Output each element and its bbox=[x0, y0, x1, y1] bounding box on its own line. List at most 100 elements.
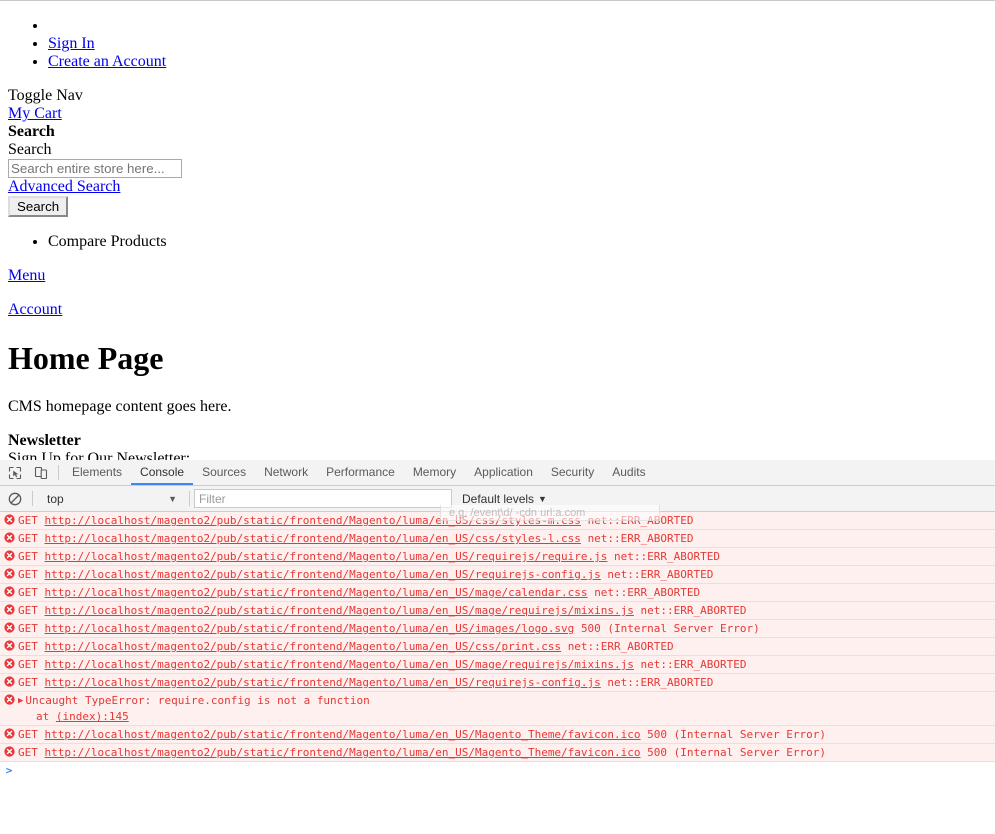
console-exception-row[interactable]: ▶ Uncaught TypeError: require.config is n… bbox=[0, 692, 995, 726]
newsletter-heading: Newsletter bbox=[8, 432, 81, 449]
resource-url-link[interactable]: http://localhost/magento2/pub/static/fro… bbox=[45, 676, 601, 689]
console-message-text: GET http://localhost/magento2/pub/static… bbox=[18, 603, 995, 618]
error-badge-icon bbox=[0, 603, 18, 615]
http-method: GET bbox=[18, 604, 38, 617]
account-link[interactable]: Account bbox=[8, 301, 62, 318]
console-filter-input[interactable] bbox=[194, 489, 452, 508]
tab-console[interactable]: Console bbox=[131, 460, 194, 485]
tab-network[interactable]: Network bbox=[255, 460, 317, 485]
create-account-link[interactable]: Create an Account bbox=[48, 53, 166, 70]
console-network-error-row[interactable]: GET http://localhost/magento2/pub/static… bbox=[0, 638, 995, 656]
tab-sources[interactable]: Sources bbox=[193, 460, 255, 485]
console-message-text: GET http://localhost/magento2/pub/static… bbox=[18, 727, 995, 742]
console-network-error-row[interactable]: GET http://localhost/magento2/pub/static… bbox=[0, 726, 995, 744]
resource-url-link[interactable]: http://localhost/magento2/pub/static/fro… bbox=[45, 532, 581, 545]
console-prompt-input[interactable] bbox=[18, 764, 995, 778]
console-filter-toolbar: top ▼ Default levels ▼ bbox=[0, 486, 995, 512]
my-cart-line: My Cart bbox=[8, 105, 987, 123]
resource-url-link[interactable]: http://localhost/magento2/pub/static/fro… bbox=[45, 568, 601, 581]
console-network-error-row[interactable]: GET http://localhost/magento2/pub/static… bbox=[0, 620, 995, 638]
http-method: GET bbox=[18, 746, 38, 759]
device-toolbar-icon[interactable] bbox=[28, 461, 54, 485]
console-network-error-row[interactable]: GET http://localhost/magento2/pub/static… bbox=[0, 584, 995, 602]
advanced-search-line: Advanced Search bbox=[8, 178, 987, 196]
console-network-error-row[interactable]: GET http://localhost/magento2/pub/static… bbox=[0, 566, 995, 584]
console-network-error-row[interactable]: GET http://localhost/magento2/pub/static… bbox=[0, 602, 995, 620]
execution-context-value: top bbox=[47, 491, 64, 506]
resource-url-link[interactable]: http://localhost/magento2/pub/static/fro… bbox=[45, 658, 634, 671]
resource-url-link[interactable]: http://localhost/magento2/pub/static/fro… bbox=[45, 586, 588, 599]
clear-console-icon[interactable] bbox=[2, 487, 28, 511]
console-message-text: GET http://localhost/magento2/pub/static… bbox=[18, 513, 995, 528]
resource-url-link[interactable]: http://localhost/magento2/pub/static/fro… bbox=[45, 604, 634, 617]
sign-in-link[interactable]: Sign In bbox=[48, 35, 95, 52]
error-badge-icon bbox=[0, 621, 18, 633]
resource-url-link[interactable]: http://localhost/magento2/pub/static/fro… bbox=[45, 514, 581, 527]
compare-products-list: Compare Products bbox=[8, 233, 987, 251]
console-network-error-row[interactable]: GET http://localhost/magento2/pub/static… bbox=[0, 656, 995, 674]
error-status: net::ERR_ABORTED bbox=[594, 586, 701, 599]
inspect-element-icon[interactable] bbox=[2, 461, 28, 485]
resource-url-link[interactable]: http://localhost/magento2/pub/static/fro… bbox=[45, 550, 608, 563]
console-message-text: GET http://localhost/magento2/pub/static… bbox=[18, 657, 995, 672]
http-method: GET bbox=[18, 532, 38, 545]
tab-elements[interactable]: Elements bbox=[63, 460, 131, 485]
console-message-text: GET http://localhost/magento2/pub/static… bbox=[18, 639, 995, 654]
error-badge-icon bbox=[0, 727, 18, 739]
http-method: GET bbox=[18, 568, 38, 581]
http-method: GET bbox=[18, 640, 38, 653]
console-network-error-row[interactable]: GET http://localhost/magento2/pub/static… bbox=[0, 530, 995, 548]
menu-line: Menu bbox=[8, 267, 987, 285]
console-message-text: GET http://localhost/magento2/pub/static… bbox=[18, 585, 995, 600]
exception-stack-line: at (index):145 bbox=[36, 710, 129, 723]
tab-security[interactable]: Security bbox=[542, 460, 603, 485]
resource-url-link[interactable]: http://localhost/magento2/pub/static/fro… bbox=[45, 622, 575, 635]
search-input-wrap bbox=[8, 159, 987, 178]
tab-performance[interactable]: Performance bbox=[317, 460, 404, 485]
console-network-error-row[interactable]: GET http://localhost/magento2/pub/static… bbox=[0, 674, 995, 692]
console-network-error-row[interactable]: GET http://localhost/magento2/pub/static… bbox=[0, 512, 995, 530]
execution-context-selector[interactable]: top ▼ bbox=[37, 489, 185, 509]
console-message-text: GET http://localhost/magento2/pub/static… bbox=[18, 567, 995, 582]
stack-source-link[interactable]: (index):145 bbox=[56, 710, 129, 723]
resource-url-link[interactable]: http://localhost/magento2/pub/static/fro… bbox=[45, 728, 641, 741]
advanced-search-link[interactable]: Advanced Search bbox=[8, 178, 120, 195]
error-badge-icon bbox=[0, 549, 18, 561]
exception-headline: ▶ Uncaught TypeError: require.config is n… bbox=[0, 693, 995, 709]
search-button[interactable]: Search bbox=[8, 196, 69, 217]
console-message-text: GET http://localhost/magento2/pub/static… bbox=[18, 531, 995, 546]
error-status: net::ERR_ABORTED bbox=[587, 514, 694, 527]
search-input[interactable] bbox=[8, 159, 182, 178]
account-line: Account bbox=[8, 301, 987, 319]
menu-link[interactable]: Menu bbox=[8, 267, 45, 284]
exception-text: Uncaught TypeError: require.config is no… bbox=[25, 694, 370, 707]
tab-memory[interactable]: Memory bbox=[404, 460, 465, 485]
console-message-list[interactable]: GET http://localhost/magento2/pub/static… bbox=[0, 512, 995, 762]
resource-url-link[interactable]: http://localhost/magento2/pub/static/fro… bbox=[45, 746, 641, 759]
error-status: 500 (Internal Server Error) bbox=[647, 746, 826, 759]
console-message-text: GET http://localhost/magento2/pub/static… bbox=[18, 675, 995, 690]
error-badge-icon bbox=[0, 693, 18, 705]
console-message-text: GET http://localhost/magento2/pub/static… bbox=[18, 549, 995, 564]
filterbar-divider-1 bbox=[32, 491, 33, 506]
expand-triangle-icon[interactable]: ▶ bbox=[18, 694, 23, 709]
newsletter-subheading: Sign Up for Our Newsletter: bbox=[8, 450, 191, 460]
console-prompt-row[interactable]: > bbox=[0, 762, 995, 782]
browser-page-viewport: Sign In Create an Account Toggle Nav My … bbox=[0, 0, 995, 460]
magento-homepage-document: Sign In Create an Account Toggle Nav My … bbox=[0, 17, 995, 460]
page-title: Home Page bbox=[8, 340, 164, 376]
tab-application[interactable]: Application bbox=[465, 460, 542, 485]
console-network-error-row[interactable]: GET http://localhost/magento2/pub/static… bbox=[0, 744, 995, 762]
log-levels-label: Default levels bbox=[462, 491, 535, 506]
toolbar-divider bbox=[58, 465, 59, 480]
error-status: net::ERR_ABORTED bbox=[640, 604, 747, 617]
search-heading: Search bbox=[8, 123, 55, 140]
tab-audits[interactable]: Audits bbox=[603, 460, 654, 485]
resource-url-link[interactable]: http://localhost/magento2/pub/static/fro… bbox=[45, 640, 562, 653]
account-links-list: Sign In Create an Account bbox=[8, 17, 987, 71]
console-network-error-row[interactable]: GET http://localhost/magento2/pub/static… bbox=[0, 548, 995, 566]
my-cart-link[interactable]: My Cart bbox=[8, 105, 62, 122]
list-item-empty bbox=[48, 17, 987, 35]
log-levels-selector[interactable]: Default levels ▼ bbox=[462, 492, 547, 506]
error-status: net::ERR_ABORTED bbox=[607, 676, 714, 689]
